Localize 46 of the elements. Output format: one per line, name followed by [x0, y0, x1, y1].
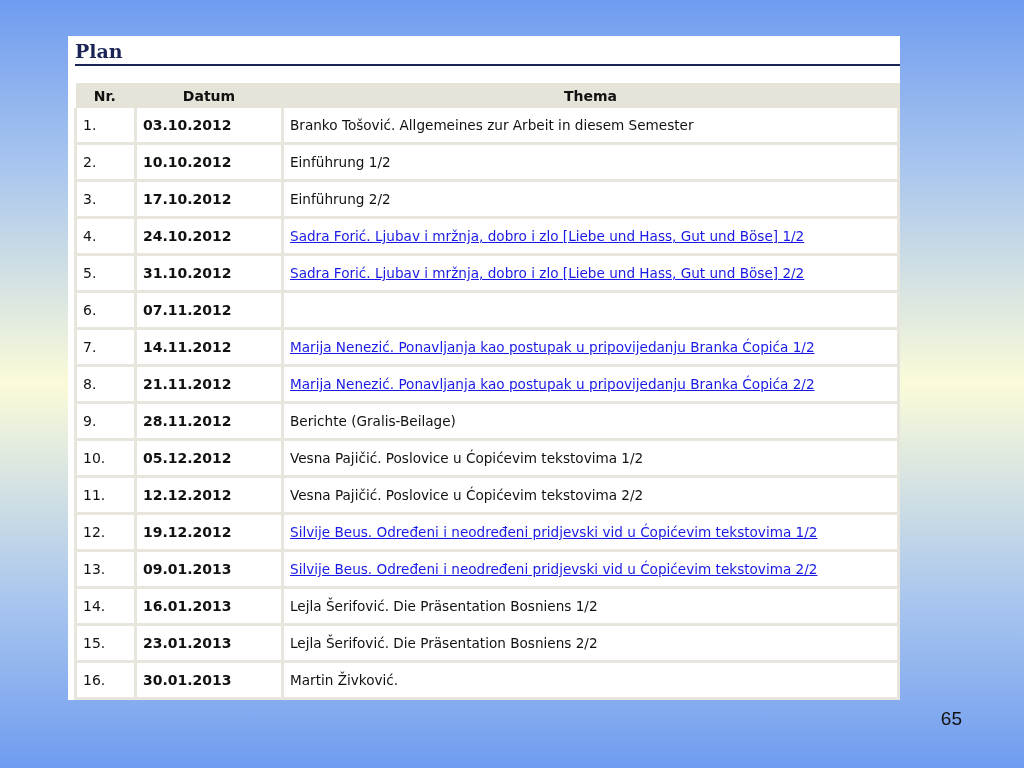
number-cell: 10. [75, 439, 136, 477]
date-cell: 31.10.2012 [135, 254, 283, 292]
date-cell: 14.11.2012 [135, 328, 283, 366]
number-cell: 14. [75, 587, 136, 625]
page-number: 65 [940, 708, 962, 730]
date-cell: 19.12.2012 [135, 513, 283, 551]
topic-text: Berichte (Gralis-Beilage) [290, 413, 456, 429]
date-cell: 12.12.2012 [135, 476, 283, 514]
topic-text: Einführung 2/2 [290, 191, 391, 207]
date-cell: 28.11.2012 [135, 402, 283, 440]
topic-text: Martin Živković. [290, 672, 399, 688]
date-cell: 24.10.2012 [135, 217, 283, 255]
date-cell: 03.10.2012 [135, 108, 283, 144]
number-cell: 11. [75, 476, 136, 514]
number-cell: 3. [75, 180, 136, 218]
number-cell: 6. [75, 291, 136, 329]
number-cell: 8. [75, 365, 136, 403]
topic-text: Lejla Šerifović. Die Präsentation Bosniens 2/2 [290, 635, 598, 651]
column-header: Datum [135, 83, 283, 108]
date-cell: 16.01.2013 [135, 587, 283, 625]
date-cell: 21.11.2012 [135, 365, 283, 403]
topic-text: Lejla Šerifović. Die Präsentation Bosniens 1/2 [290, 598, 598, 614]
topic-text: Vesna Pajičić. Poslovice u Ćopićevim tekstovima 2/2 [290, 487, 644, 503]
topic-text: Branko Tošović. Allgemeines zur Arbeit in diesem Semester [290, 117, 694, 133]
date-cell: 23.01.2013 [135, 624, 283, 662]
date-cell: 17.10.2012 [135, 180, 283, 218]
number-cell: 4. [75, 217, 136, 255]
number-cell: 1. [75, 108, 136, 144]
date-cell: 09.01.2013 [135, 550, 283, 588]
number-cell: 16. [75, 661, 136, 699]
number-cell: 5. [75, 254, 136, 292]
section-title: Plan [75, 40, 900, 66]
topic-text: Vesna Pajičić. Poslovice u Ćopićevim tekstovima 1/2 [290, 450, 644, 466]
column-header: Thema [282, 83, 899, 108]
number-cell: 15. [75, 624, 136, 662]
number-cell: 13. [75, 550, 136, 588]
number-cell: 12. [75, 513, 136, 551]
date-cell: 10.10.2012 [135, 143, 283, 181]
date-cell: 30.01.2013 [135, 661, 283, 699]
topic-text: Einführung 1/2 [290, 154, 391, 170]
number-cell: 2. [75, 143, 136, 181]
date-cell: 05.12.2012 [135, 439, 283, 477]
number-cell: 7. [75, 328, 136, 366]
date-cell: 07.11.2012 [135, 291, 283, 329]
number-cell: 9. [75, 402, 136, 440]
column-header: Nr. [75, 83, 136, 108]
